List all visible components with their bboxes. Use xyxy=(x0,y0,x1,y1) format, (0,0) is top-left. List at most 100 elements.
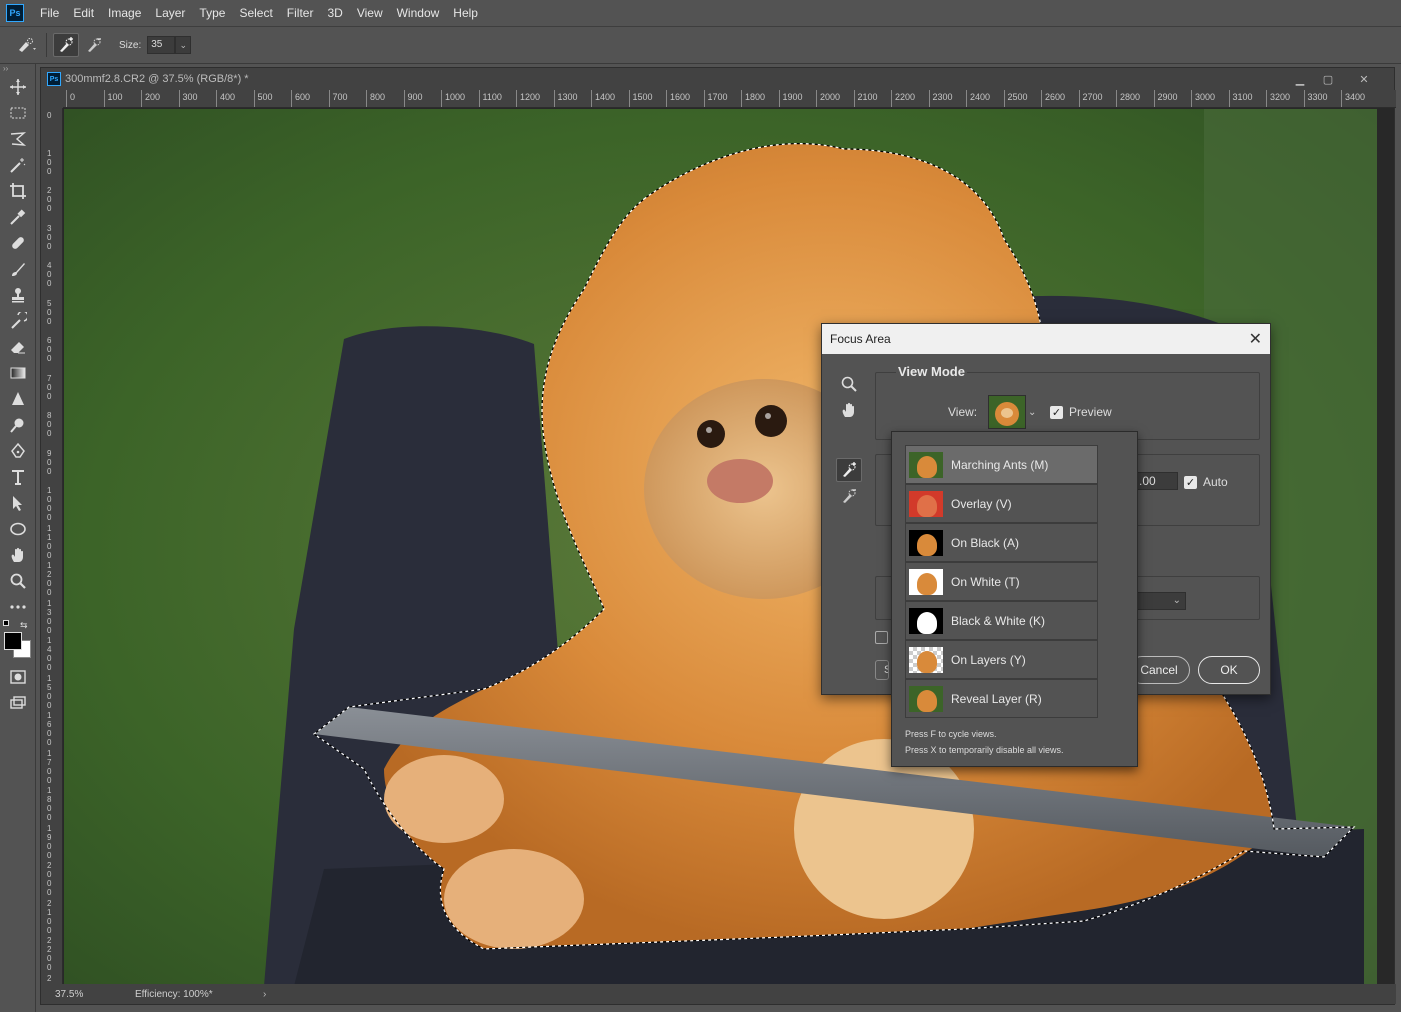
view-dropdown-chevron-icon[interactable]: ⌄ xyxy=(1028,407,1036,418)
zoom-tool[interactable] xyxy=(0,568,36,594)
eyedropper-tool[interactable] xyxy=(0,204,36,230)
pen-tool[interactable] xyxy=(0,438,36,464)
output-dropdown[interactable]: ⌄ xyxy=(1136,592,1186,610)
ruler-tick-label: 7 0 0 xyxy=(47,373,52,401)
view-menu-item[interactable]: On White (T) xyxy=(905,562,1098,601)
path-selection-tool[interactable] xyxy=(0,490,36,516)
menu-3d[interactable]: 3D xyxy=(327,6,342,20)
marquee-tool[interactable] xyxy=(0,100,36,126)
ruler-tick-label: 1700 xyxy=(703,90,728,107)
healing-brush-tool[interactable] xyxy=(0,230,36,256)
dialog-add-brush-tool[interactable] xyxy=(836,458,862,482)
view-menu-item[interactable]: Overlay (V) xyxy=(905,484,1098,523)
menu-select[interactable]: Select xyxy=(239,6,272,20)
partially-hidden-button[interactable]: S xyxy=(875,660,889,680)
vertical-ruler[interactable]: 0 1 0 0 2 0 0 3 0 0 4 0 0 5 0 0 6 0 0 7 0 0 8 0 … xyxy=(41,108,63,986)
view-mode-picker[interactable] xyxy=(988,395,1026,429)
dodge-icon xyxy=(10,418,24,433)
ellipse-tool[interactable] xyxy=(0,516,36,542)
view-menu-item[interactable]: Black & White (K) xyxy=(905,601,1098,640)
menu-help[interactable]: Help xyxy=(453,6,478,20)
menu-window[interactable]: Window xyxy=(397,6,440,20)
ruler-tick-label: 100 xyxy=(103,90,123,107)
ruler-tick-label: 1900 xyxy=(778,90,803,107)
ruler-tick-label: 2100 xyxy=(853,90,878,107)
chevron-down-icon: ⌄ xyxy=(179,39,187,50)
menu-filter[interactable]: Filter xyxy=(287,6,314,20)
swap-colors-icon[interactable]: ⇆ xyxy=(20,620,28,631)
menu-edit[interactable]: Edit xyxy=(73,6,94,20)
on-layers-thumb-icon xyxy=(909,646,943,673)
unchecked-checkbox[interactable] xyxy=(875,631,888,644)
menu-type[interactable]: Type xyxy=(199,6,225,20)
size-dropdown-button[interactable]: ⌄ xyxy=(175,36,192,54)
clone-stamp-tool[interactable] xyxy=(0,282,36,308)
lasso-tool[interactable] xyxy=(0,126,36,152)
view-menu-item[interactable]: Reveal Layer (R) xyxy=(905,679,1098,718)
menu-view[interactable]: View xyxy=(357,6,383,20)
ruler-tick-label: 6 0 0 xyxy=(47,336,52,363)
color-swatches[interactable]: ⇆ xyxy=(0,620,35,664)
status-menu-arrow-icon[interactable]: › xyxy=(263,989,266,1000)
ruler-origin[interactable] xyxy=(41,90,63,108)
black-white-thumb-icon xyxy=(909,607,943,634)
dialog-subtract-brush-tool[interactable] xyxy=(836,484,862,508)
size-input[interactable]: 35 xyxy=(147,36,176,54)
crop-tool[interactable] xyxy=(0,178,36,204)
menu-layer[interactable]: Layer xyxy=(155,6,185,20)
ok-button[interactable]: OK xyxy=(1198,656,1260,684)
type-tool[interactable] xyxy=(0,464,36,490)
ruler-tick-label: 2600 xyxy=(1041,90,1065,107)
move-tool[interactable] xyxy=(0,74,36,100)
horizontal-ruler[interactable]: 0 100 200 300 400 500 600 700 800 900 1000 1100 1200… xyxy=(63,90,1396,108)
ruler-tick-label: 2 2 0 0 xyxy=(47,936,52,972)
magic-wand-icon xyxy=(10,158,26,173)
brush-icon xyxy=(12,263,25,276)
quick-mask-button[interactable] xyxy=(0,664,36,690)
preview-checkbox[interactable]: ✓ Preview xyxy=(1050,405,1112,419)
document-tab[interactable]: Ps 300mmf2.8.CR2 @ 37.5% (RGB/8*) * ▁ ▢ … xyxy=(41,68,1394,90)
foreground-color-swatch[interactable] xyxy=(4,632,22,650)
ruler-tick-label: 700 xyxy=(328,90,348,107)
zoom-level[interactable]: 37.5% xyxy=(55,989,135,1000)
tool-preset-picker[interactable] xyxy=(14,33,40,57)
auto-checkbox[interactable]: ✓ Auto xyxy=(1184,475,1228,489)
close-icon: ✕ xyxy=(1359,73,1369,86)
ruler-tick-label: 200 xyxy=(141,90,160,107)
dialog-hand-tool[interactable] xyxy=(836,398,862,422)
default-colors-icon[interactable] xyxy=(3,620,12,629)
close-document-button[interactable]: ✕ xyxy=(1354,71,1374,87)
hand-tool[interactable] xyxy=(0,542,36,568)
close-dialog-button[interactable]: ✕ xyxy=(1249,329,1262,349)
history-brush-tool[interactable] xyxy=(0,308,36,334)
hand-icon xyxy=(11,547,23,562)
screen-mode-button[interactable] xyxy=(0,690,36,716)
menu-file[interactable]: File xyxy=(40,6,59,20)
view-menu-item[interactable]: On Black (A) xyxy=(905,523,1098,562)
subtract-from-focus-area-button[interactable] xyxy=(81,33,107,57)
quick-mask-icon xyxy=(10,670,26,684)
gradient-tool[interactable] xyxy=(0,360,36,386)
view-menu-hint-cycle: Press F to cycle views. xyxy=(905,729,997,739)
add-to-focus-area-button[interactable] xyxy=(53,33,79,57)
brush-tool[interactable] xyxy=(0,256,36,282)
dodge-tool[interactable] xyxy=(0,412,36,438)
panel-grip-icon[interactable]: ›› xyxy=(0,64,35,74)
menu-bar: Ps File Edit Image Layer Type Select Fil… xyxy=(0,0,1401,26)
maximize-button[interactable]: ▢ xyxy=(1318,71,1338,87)
view-menu-item-label: On Layers (Y) xyxy=(951,652,1026,667)
ruler-tick-label: 1 1 0 0 xyxy=(47,523,52,560)
parameter-value-field[interactable]: .00 xyxy=(1136,472,1178,490)
subtract-brush-icon xyxy=(843,489,856,503)
menu-image[interactable]: Image xyxy=(108,6,141,20)
edit-toolbar-button[interactable] xyxy=(0,594,36,620)
magic-wand-tool[interactable] xyxy=(0,152,36,178)
view-menu-item[interactable]: Marching Ants (M) xyxy=(905,445,1098,484)
dialog-zoom-tool[interactable] xyxy=(836,372,862,396)
view-menu-item[interactable]: On Layers (Y) xyxy=(905,640,1098,679)
ruler-tick-label: 2200 xyxy=(891,90,915,107)
blur-tool[interactable] xyxy=(0,386,36,412)
ruler-tick-label: 1 8 0 0 xyxy=(47,786,52,822)
minimize-button[interactable]: ▁ xyxy=(1290,71,1310,87)
eraser-tool[interactable] xyxy=(0,334,36,360)
